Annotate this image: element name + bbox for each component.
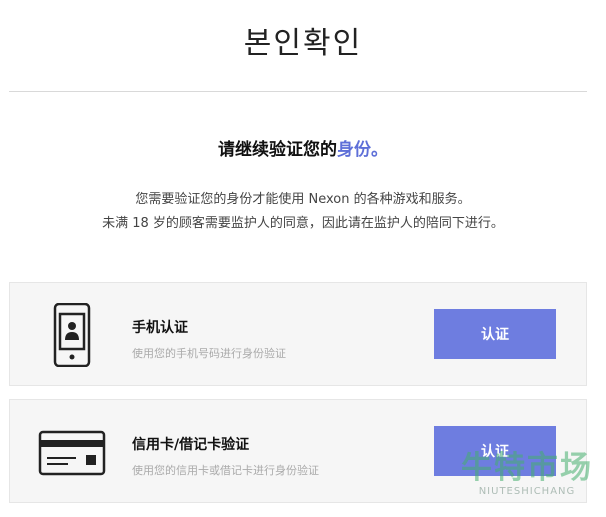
title-divider: [9, 91, 587, 92]
credit-card-icon: [38, 430, 106, 476]
heading-suffix: 。: [371, 140, 388, 160]
page-title: 본인확인: [243, 26, 363, 61]
description-line-1: 您需要验证您的身份才能使用 Nexon 的各种游戏和服务。: [135, 192, 471, 207]
phone-icon: [53, 303, 91, 367]
phone-verification-title: 手机认证: [132, 320, 188, 336]
watermark-main: 牛特市场: [461, 450, 593, 486]
phone-verification-description: 使用您的手机号码进行身份验证: [132, 347, 286, 360]
description-line-2: 未满 18 岁的顾客需要监护人的同意，因此请在监护人的陪同下进行。: [102, 216, 504, 231]
watermark-sub: NIUTESHICHANG: [478, 486, 576, 497]
watermark: 牛特市场 NIUTESHICHANG: [448, 450, 606, 497]
heading-text: 请继续验证您的: [218, 140, 337, 160]
card-verification-title: 信用卡/借记卡验证: [132, 437, 250, 453]
heading-accent: 身份: [337, 140, 371, 160]
verification-heading: 请继续验证您的身份。: [0, 135, 606, 160]
phone-verify-button[interactable]: 认证: [434, 309, 556, 359]
card-verification-description: 使用您的信用卡或借记卡进行身份验证: [132, 464, 319, 477]
phone-verification-card: 手机认证 使用您的手机号码进行身份验证 认证: [9, 282, 587, 386]
verification-description: 您需要验证您的身份才能使用 Nexon 的各种游戏和服务。 未满 18 岁的顾客…: [0, 188, 606, 236]
